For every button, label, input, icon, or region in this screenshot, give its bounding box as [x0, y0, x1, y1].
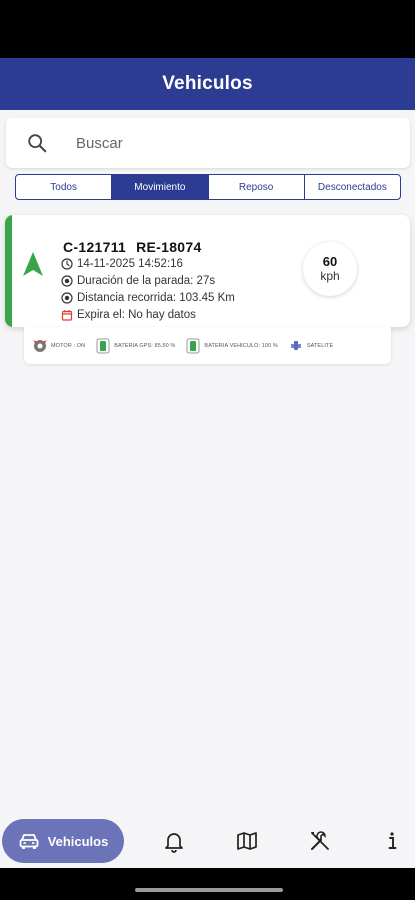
speed-unit: kph [320, 268, 340, 283]
sensor-gps-battery: BATERIA GPS: 85.50 % [95, 338, 175, 354]
stop-duration-text: Duración de la parada: 27s [77, 275, 216, 287]
bell-icon[interactable] [162, 829, 186, 853]
engine-icon [33, 339, 47, 352]
speed-badge: 60 kph [303, 242, 357, 296]
speed-value: 60 [322, 254, 338, 270]
nav-vehiculos-label: Vehiculos [47, 833, 109, 849]
location-pin-icon [61, 292, 73, 304]
battery-icon [96, 338, 110, 353]
datetime-text: 14-11-2025 14:52:16 [77, 258, 183, 270]
distance-text: Distancia recorrida: 103.45 Km [77, 292, 235, 304]
map-icon[interactable] [235, 829, 259, 853]
search-bar[interactable] [6, 118, 410, 168]
navigation-arrow-icon [23, 252, 43, 276]
tools-icon[interactable] [308, 829, 332, 853]
sensor-engine: MOTOR : ON [32, 338, 85, 354]
sensor-vehicle-battery: BATERIA VEHICULO: 100 % [185, 338, 278, 354]
sensor-gps-battery-label: BATERIA GPS: 85.50 % [114, 342, 176, 349]
system-gesture-area [0, 868, 415, 900]
plate-primary: C-121711 [63, 239, 127, 255]
sensor-satellite-label: SATELITE [306, 342, 334, 349]
tab-movimiento[interactable]: Movimiento [112, 175, 209, 199]
distance-row: Distancia recorrida: 103.45 Km [61, 292, 235, 304]
sensor-strip: MOTOR : ON BATERIA GPS: 85.50 % BATERIA … [24, 327, 391, 364]
info-icon[interactable] [380, 829, 404, 853]
bottom-nav: Vehiculos [0, 812, 415, 868]
location-pin-icon [61, 275, 73, 287]
battery-icon [186, 338, 200, 353]
expires-row: Expira el: No hay datos [61, 309, 196, 321]
sensor-vehicle-battery-label: BATERIA VEHICULO: 100 % [204, 342, 278, 349]
search-icon [28, 134, 47, 153]
satellite-icon [290, 340, 301, 350]
clock-icon [61, 258, 73, 270]
status-strip [5, 215, 12, 327]
calendar-icon [61, 310, 73, 321]
tab-desconectados[interactable]: Desconectados [305, 175, 400, 199]
tab-todos[interactable]: Todos [16, 175, 113, 199]
filter-tabs: Todos Movimiento Reposo Desconectados [15, 174, 401, 200]
stop-duration-row: Duración de la parada: 27s [61, 275, 215, 287]
datetime-row: 14-11-2025 14:52:16 [61, 258, 183, 270]
page-title: Vehiculos [162, 73, 253, 94]
status-bar [0, 0, 415, 58]
sensor-engine-label: MOTOR : ON [51, 342, 86, 349]
plate-secondary: RE-18074 [136, 239, 202, 255]
vehicle-plates: C-121711 RE-18074 [63, 239, 212, 255]
car-icon [19, 834, 39, 849]
sensor-satellite: SATELITE [288, 338, 333, 354]
search-input[interactable] [76, 134, 376, 152]
expires-text: Expira el: No hay datos [77, 309, 196, 321]
tab-reposo[interactable]: Reposo [209, 175, 305, 199]
vehicle-card[interactable]: C-121711 RE-18074 14-11-2025 14:52:16 Dur… [5, 215, 410, 327]
nav-vehiculos[interactable]: Vehiculos [2, 819, 124, 863]
home-indicator[interactable] [135, 888, 283, 892]
app-bar: Vehiculos [0, 58, 415, 110]
